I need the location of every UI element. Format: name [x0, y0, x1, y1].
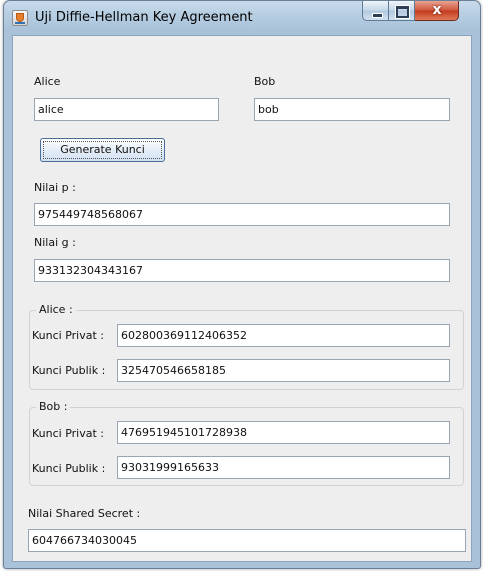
alice-public-key-label: Kunci Publik : [32, 364, 106, 377]
title-bar[interactable]: Uji Diffie-Hellman Key Agreement x [4, 1, 480, 35]
alice-private-key-field[interactable] [117, 324, 450, 347]
app-window: Uji Diffie-Hellman Key Agreement x Alice… [3, 0, 481, 569]
g-label: Nilai g : [34, 236, 76, 249]
alice-private-key-label: Kunci Privat : [32, 329, 104, 342]
generate-key-button-label: Generate Kunci [43, 141, 162, 159]
bob-keys-title: Bob : [36, 400, 71, 413]
minimize-icon [372, 13, 383, 18]
alice-public-key-field[interactable] [117, 359, 450, 382]
bob-private-key-label: Kunci Privat : [32, 427, 104, 440]
bob-private-key-field[interactable] [117, 421, 450, 444]
maximize-button[interactable] [389, 1, 415, 21]
bob-public-key-label: Kunci Publik : [32, 462, 106, 475]
bob-keys-group: Bob : Kunci Privat : Kunci Publik : [29, 400, 464, 486]
generate-key-button[interactable]: Generate Kunci [40, 138, 165, 162]
bob-label: Bob [254, 75, 276, 88]
java-icon[interactable] [12, 10, 28, 26]
g-value-field[interactable] [34, 259, 450, 282]
shared-secret-label: Nilai Shared Secret : [28, 507, 141, 520]
window-title: Uji Diffie-Hellman Key Agreement [35, 10, 253, 25]
close-button[interactable]: x [415, 1, 459, 21]
close-icon: x [432, 2, 442, 18]
shared-secret-field[interactable] [28, 529, 466, 552]
minimize-button[interactable] [362, 1, 389, 21]
maximize-icon [395, 5, 410, 19]
content-panel: Alice Bob Generate Kunci Nilai p : Nilai… [12, 35, 472, 562]
bob-public-key-field[interactable] [117, 456, 450, 479]
alice-keys-title: Alice : [36, 303, 76, 316]
alice-name-input[interactable] [34, 98, 219, 121]
p-value-field[interactable] [34, 203, 450, 226]
p-label: Nilai p : [34, 181, 76, 194]
alice-label: Alice [34, 75, 61, 88]
alice-keys-group: Alice : Kunci Privat : Kunci Publik : [29, 303, 464, 390]
bob-name-input[interactable] [254, 98, 450, 121]
